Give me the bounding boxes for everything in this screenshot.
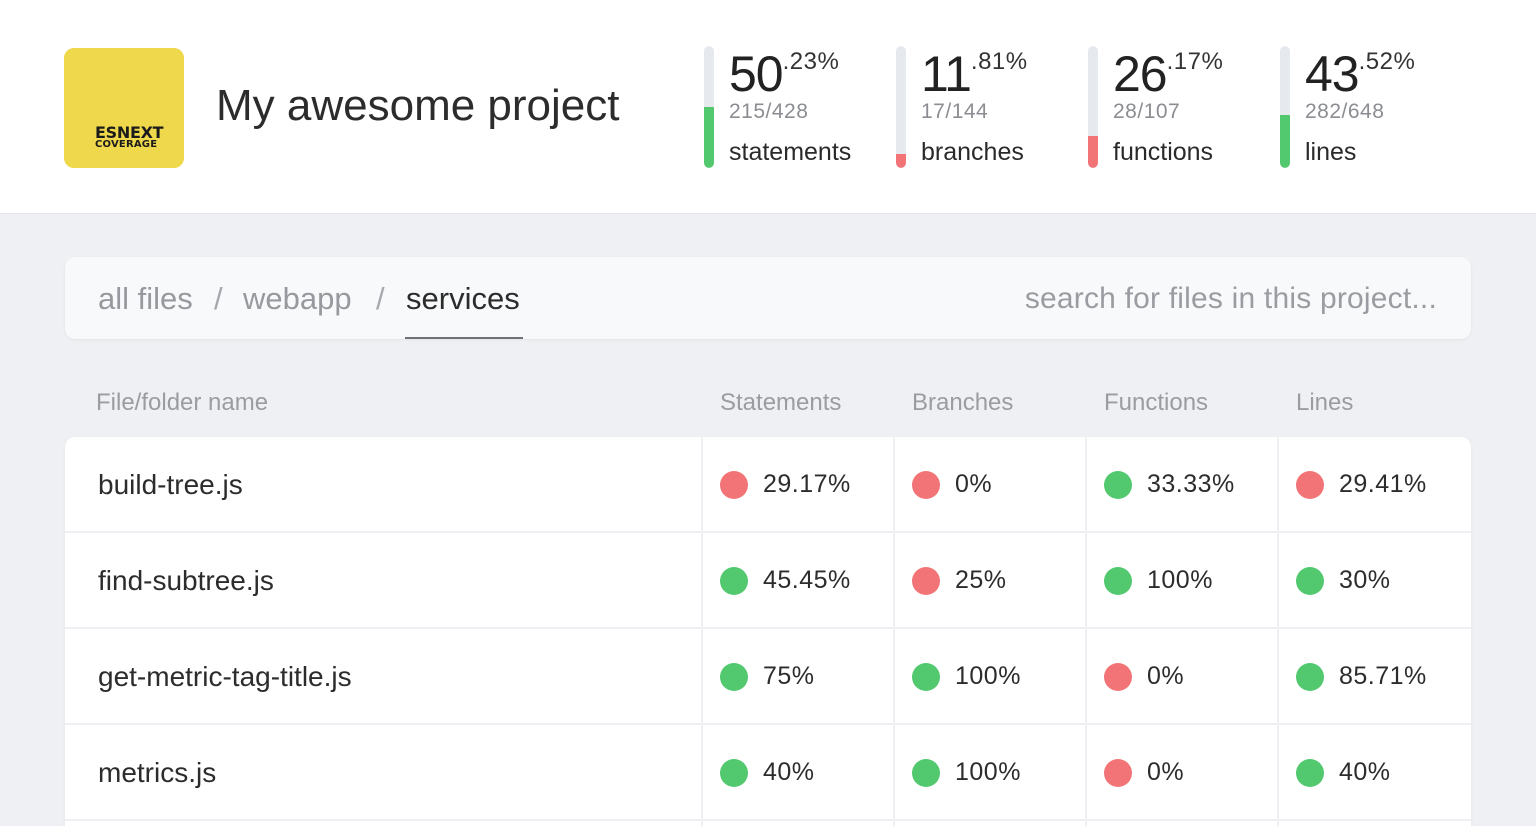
metric-percentage-integer: 43	[1305, 46, 1360, 102]
status-dot-icon	[720, 663, 748, 691]
project-title: My awesome project	[216, 81, 620, 130]
metric-percentage-integer: 26	[1113, 46, 1168, 102]
statements-coverage: 29.17%	[763, 470, 851, 498]
status-dot-icon	[912, 567, 940, 595]
lines-coverage: 85.71%	[1339, 662, 1427, 690]
breadcrumb-separator: /	[376, 281, 385, 316]
functions-coverage: 0%	[1147, 758, 1185, 786]
metric-percentage-decimal: .17%	[1166, 48, 1224, 75]
statements-coverage: 45.45%	[763, 566, 851, 594]
branches-coverage: 100%	[955, 662, 1021, 690]
table-row[interactable]: build-tree.js 29.17% 0% 33.33% 29.41%	[65, 437, 1471, 533]
status-dot-icon	[1296, 471, 1324, 499]
status-dot-icon	[1296, 567, 1324, 595]
status-dot-icon	[912, 663, 940, 691]
status-dot-icon	[1104, 471, 1132, 499]
status-dot-icon	[1104, 663, 1132, 691]
functions-coverage: 100%	[1147, 566, 1213, 594]
metric-percentage-decimal: .81%	[970, 48, 1028, 75]
metric-label: functions	[1113, 138, 1214, 166]
branches-coverage: 0%	[955, 470, 993, 498]
column-divider	[1277, 437, 1279, 826]
metric-functions: 26.17% 28/107 functions	[1088, 46, 1268, 168]
status-dot-icon	[1104, 759, 1132, 787]
table-row[interactable]: metrics.js 40% 100% 0% 40%	[65, 725, 1471, 821]
metric-progress-bar	[1088, 46, 1098, 168]
column-header-statements[interactable]: Statements	[720, 389, 841, 417]
breadcrumb-item-webapp[interactable]: webapp	[243, 281, 352, 317]
metric-percentage: 11.81%	[921, 48, 1028, 100]
status-dot-icon	[912, 471, 940, 499]
status-dot-icon	[1296, 759, 1324, 787]
status-dot-icon	[720, 567, 748, 595]
column-header-branches[interactable]: Branches	[912, 389, 1013, 417]
metric-label: lines	[1305, 138, 1357, 166]
functions-coverage: 33.33%	[1147, 470, 1235, 498]
metric-percentage-integer: 50	[729, 46, 784, 102]
branches-coverage: 25%	[955, 566, 1007, 594]
statements-coverage: 75%	[763, 662, 815, 690]
metric-count: 215/428	[729, 100, 809, 123]
metric-progress-fill	[896, 153, 906, 168]
breadcrumb-separator: /	[214, 281, 223, 316]
metric-label: statements	[729, 138, 852, 166]
breadcrumb-item-services[interactable]: services	[406, 281, 520, 317]
metric-percentage-decimal: .23%	[782, 48, 840, 75]
column-header-name[interactable]: File/folder name	[96, 389, 268, 417]
status-dot-icon	[1104, 567, 1132, 595]
statements-coverage: 40%	[763, 758, 815, 786]
status-dot-icon	[720, 759, 748, 787]
column-header-lines[interactable]: Lines	[1296, 389, 1353, 417]
metric-count: 17/144	[921, 100, 989, 123]
coverage-table: build-tree.js 29.17% 0% 33.33% 29.41% fi…	[65, 437, 1471, 826]
metric-progress-bar	[896, 46, 906, 168]
metric-percentage-integer: 11	[921, 46, 972, 102]
metric-percentage-decimal: .52%	[1358, 48, 1416, 75]
branches-coverage: 100%	[955, 758, 1021, 786]
metric-progress-fill	[1280, 114, 1290, 168]
metric-progress-bar	[704, 46, 714, 168]
metric-count: 282/648	[1305, 100, 1385, 123]
metric-statements: 50.23% 215/428 statements	[704, 46, 884, 168]
functions-coverage: 0%	[1147, 662, 1185, 690]
lines-coverage: 29.41%	[1339, 470, 1427, 498]
file-name-link[interactable]: metrics.js	[98, 756, 216, 790]
breadcrumb-item-all-files[interactable]: all files	[98, 281, 193, 317]
breadcrumb-active-underline	[405, 337, 523, 339]
metric-percentage: 26.17%	[1113, 48, 1223, 100]
column-divider	[893, 437, 895, 826]
metric-branches: 11.81% 17/144 branches	[896, 46, 1076, 168]
logo-text-coverage: COVERAGE	[95, 139, 158, 150]
metric-progress-fill	[1088, 136, 1098, 168]
metric-count: 28/107	[1113, 100, 1181, 123]
lines-coverage: 40%	[1339, 758, 1391, 786]
metric-progress-bar	[1280, 46, 1290, 168]
table-row[interactable]: get-metric-tag-title.js 75% 100% 0% 85.7…	[65, 629, 1471, 725]
metric-percentage: 50.23%	[729, 48, 839, 100]
table-row[interactable]: find-subtree.js 45.45% 25% 100% 30%	[65, 533, 1471, 629]
file-name-link[interactable]: find-subtree.js	[98, 564, 274, 598]
column-divider	[1085, 437, 1087, 826]
metric-label: branches	[921, 138, 1024, 166]
search-input[interactable]	[957, 277, 1437, 321]
file-name-link[interactable]: get-metric-tag-title.js	[98, 660, 352, 694]
header: ESNEXT COVERAGE My awesome project 50.23…	[0, 0, 1536, 214]
breadcrumb-bar: all files / webapp / services	[65, 257, 1471, 339]
status-dot-icon	[912, 759, 940, 787]
status-dot-icon	[1296, 663, 1324, 691]
esnext-coverage-logo[interactable]: ESNEXT COVERAGE	[64, 48, 184, 168]
metric-progress-fill	[704, 106, 714, 168]
column-header-functions[interactable]: Functions	[1104, 389, 1208, 417]
column-divider	[701, 437, 703, 826]
file-name-link[interactable]: build-tree.js	[98, 468, 243, 502]
metric-percentage: 43.52%	[1305, 48, 1415, 100]
metric-lines: 43.52% 282/648 lines	[1280, 46, 1460, 168]
lines-coverage: 30%	[1339, 566, 1391, 594]
status-dot-icon	[720, 471, 748, 499]
